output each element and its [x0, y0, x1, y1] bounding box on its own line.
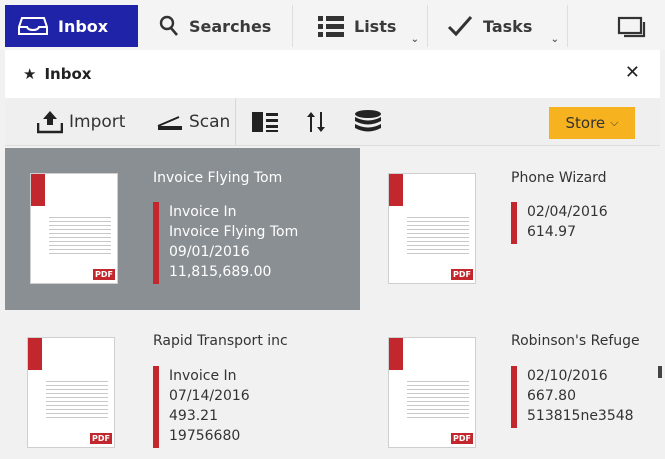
document-title: Robinson's Refuge: [511, 333, 640, 349]
upload-tray-icon: [37, 110, 63, 134]
field-value: 07/14/2016: [169, 388, 250, 404]
sort-button[interactable]: [305, 98, 333, 146]
view-columns-icon: [251, 111, 279, 133]
scrollbar-handle[interactable]: [658, 366, 662, 378]
tab-label: Lists: [354, 16, 397, 36]
window-icon[interactable]: [612, 12, 652, 42]
pdf-badge: PDF: [451, 269, 473, 280]
import-button[interactable]: Import: [37, 98, 125, 146]
database-button[interactable]: [354, 98, 388, 146]
document-thumbnail: PDF: [388, 337, 476, 448]
inbox-tray-icon: [18, 16, 48, 36]
document-thumbnail: PDF: [27, 337, 115, 448]
toolbar-divider: [235, 98, 236, 146]
toolbar: Import Scan Store ⌵: [5, 98, 660, 146]
field-value: 614.97: [527, 224, 576, 240]
chevron-down-icon[interactable]: ⌄: [551, 34, 559, 45]
database-icon: [354, 110, 382, 134]
page-title: Inbox: [44, 65, 92, 83]
scan-label: Scan: [189, 112, 231, 132]
tab-label: Searches: [189, 16, 272, 36]
list-icon: [318, 15, 344, 37]
field-value: 02/04/2016: [527, 204, 608, 220]
document-card[interactable]: PDF Rapid Transport inc Invoice In 07/14…: [5, 312, 360, 459]
pdf-badge: PDF: [451, 433, 473, 444]
tab-tasks[interactable]: Tasks ⌄: [433, 5, 568, 47]
chevron-down-icon: ⌵: [610, 116, 619, 129]
document-title: Invoice Flying Tom: [153, 170, 283, 186]
field-value: Invoice Flying Tom: [169, 224, 299, 240]
document-title: Rapid Transport inc: [153, 333, 288, 349]
field-value: Invoice In: [169, 368, 237, 384]
search-icon: [159, 15, 179, 37]
checkmark-icon: [447, 15, 473, 37]
chevron-down-icon[interactable]: ⌄: [411, 34, 419, 45]
document-card[interactable]: PDF Robinson's Refuge 02/10/2016 667.80 …: [362, 312, 665, 459]
inbox-header: ★ Inbox ✕: [5, 50, 660, 98]
document-thumbnail: PDF: [388, 173, 476, 284]
pdf-badge: PDF: [90, 433, 112, 444]
pdf-badge: PDF: [93, 269, 115, 280]
tab-label: Tasks: [483, 16, 533, 36]
scan-button[interactable]: Scan: [157, 98, 230, 146]
document-card[interactable]: PDF Phone Wizard 02/04/2016 614.97: [362, 148, 665, 310]
document-thumbnail: PDF: [30, 173, 118, 284]
field-value: Invoice In: [169, 204, 237, 220]
store-label: Store: [565, 114, 606, 132]
field-value: 667.80: [527, 388, 576, 404]
sort-arrows-icon: [305, 110, 327, 134]
close-icon[interactable]: ✕: [625, 63, 640, 83]
top-navigation: Inbox Searches Lists ⌄ Tasks ⌄: [0, 0, 665, 50]
tab-searches[interactable]: Searches: [143, 5, 293, 47]
tab-lists[interactable]: Lists ⌄: [303, 5, 428, 47]
field-value: 19756680: [169, 428, 241, 444]
star-icon: ★: [23, 65, 37, 83]
tab-label: Inbox: [58, 16, 109, 36]
field-value: 02/10/2016: [527, 368, 608, 384]
document-title: Phone Wizard: [511, 170, 607, 186]
import-label: Import: [69, 112, 126, 132]
document-card[interactable]: PDF Invoice Flying Tom Invoice In Invoic…: [5, 148, 360, 310]
field-value: 493.21: [169, 408, 218, 424]
field-value: 11,815,689.00: [169, 264, 272, 280]
field-value: 09/01/2016: [169, 244, 250, 260]
scanner-icon: [157, 113, 183, 131]
tab-inbox[interactable]: Inbox: [5, 5, 138, 47]
view-mode-button[interactable]: [251, 98, 285, 146]
store-button[interactable]: Store ⌵: [549, 107, 635, 139]
field-value: 513815ne3548: [527, 408, 634, 424]
